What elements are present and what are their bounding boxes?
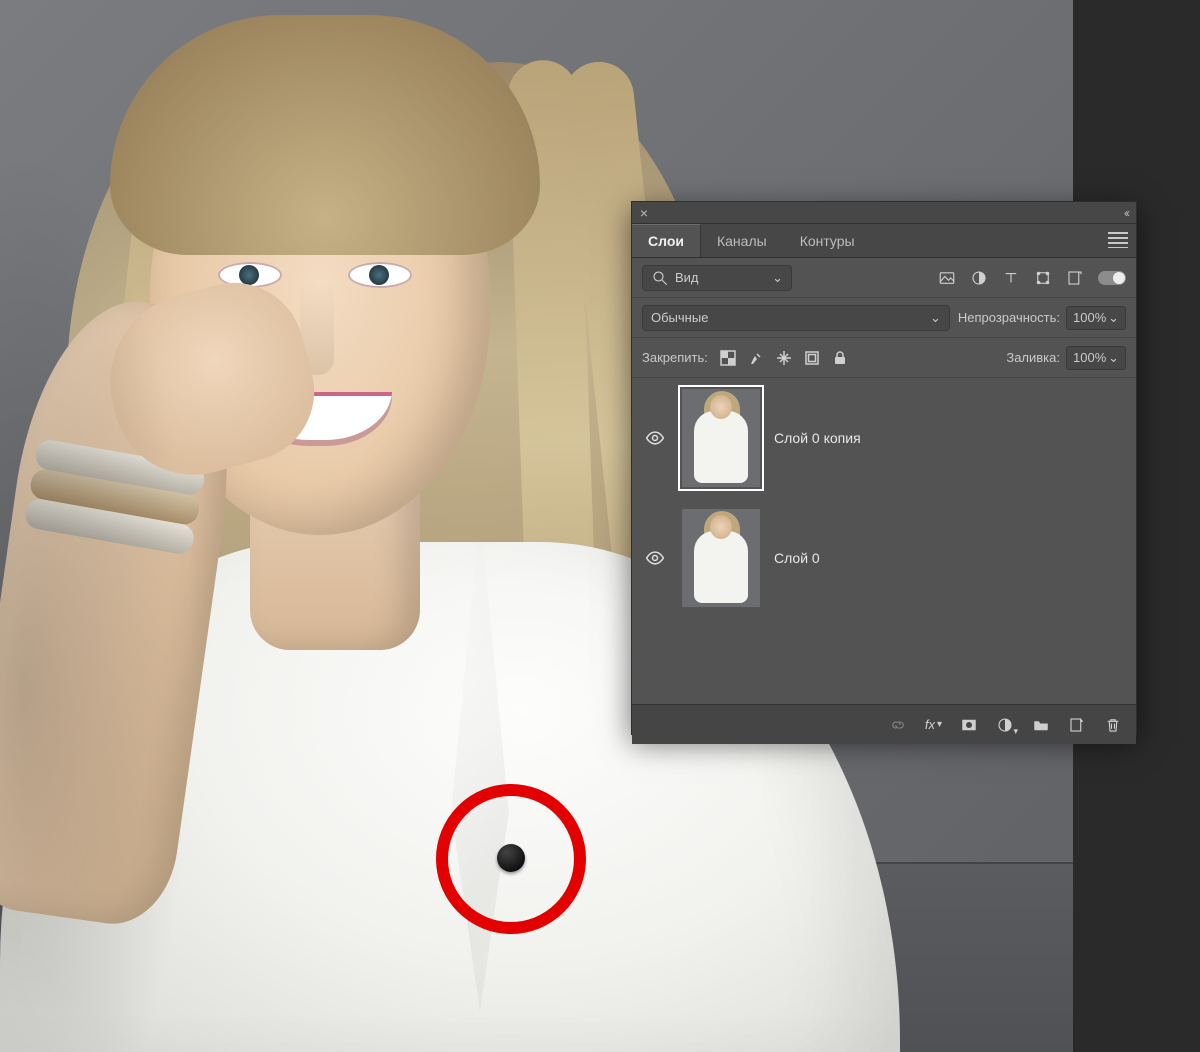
fill-label: Заливка: [1006,350,1060,365]
opacity-label: Непрозрачность: [958,310,1060,325]
filter-smartobject-icon[interactable] [1066,269,1084,287]
lock-position-icon[interactable] [776,350,792,366]
photo-eye [348,262,412,288]
layer-row[interactable]: Слой 0 [632,498,1136,618]
lock-artboard-icon[interactable] [804,350,820,366]
new-adjustment-layer-icon[interactable]: ▾ [996,716,1014,734]
eye-icon [645,428,665,448]
tab-layers[interactable]: Слои [632,224,701,257]
layer-row[interactable]: Слой 0 копия [632,378,1136,498]
tab-channels[interactable]: Каналы [701,224,784,257]
filter-pixel-icon[interactable] [938,269,956,287]
layer-name[interactable]: Слой 0 [774,550,820,566]
layer-filter-row: Вид ⌄ [632,258,1136,298]
add-mask-icon[interactable] [960,716,978,734]
visibility-toggle[interactable] [642,425,668,451]
chevron-down-icon: ⌄ [930,310,941,326]
filter-shape-icon[interactable] [1034,269,1052,287]
tab-paths[interactable]: Контуры [784,224,872,257]
lock-pixels-icon[interactable] [748,350,764,366]
layers-list[interactable]: Слой 0 копия Слой 0 [632,378,1136,704]
chevron-down-icon: ⌄ [1108,310,1119,326]
delete-layer-icon[interactable] [1104,716,1122,734]
layer-thumbnail[interactable] [682,509,760,607]
photo-shadow [0,0,240,1052]
layer-name[interactable]: Слой 0 копия [774,430,861,446]
fill-input[interactable]: 100% ⌄ [1066,346,1126,370]
search-icon [651,269,669,287]
close-icon[interactable]: × [632,205,656,221]
link-layers-icon[interactable] [889,716,907,734]
opacity-input[interactable]: 100% ⌄ [1066,306,1126,330]
blend-mode-dropdown[interactable]: Обычные ⌄ [642,305,950,331]
layer-effects-button[interactable]: fx▾ [925,717,942,732]
collapse-panel-icon[interactable]: ‹‹ [1124,206,1128,220]
fill-value: 100% [1073,350,1106,365]
lock-transparency-icon[interactable] [720,350,736,366]
panel-tabbar: Слои Каналы Контуры [632,224,1136,258]
new-layer-icon[interactable] [1068,716,1086,734]
layer-filter-label: Вид [675,270,699,285]
layer-filter-dropdown[interactable]: Вид ⌄ [642,265,792,291]
layer-thumbnail[interactable] [682,389,760,487]
opacity-value: 100% [1073,310,1106,325]
layer-lock-row: Закрепить: Заливка: 100% ⌄ [632,338,1136,378]
filter-adjustment-icon[interactable] [970,269,988,287]
visibility-toggle[interactable] [642,545,668,571]
layers-panel[interactable]: × ‹‹ Слои Каналы Контуры Вид ⌄ Обычные [631,201,1137,735]
filter-toggle[interactable] [1098,271,1126,285]
lock-all-icon[interactable] [832,350,848,366]
new-group-icon[interactable] [1032,716,1050,734]
eye-icon [645,548,665,568]
filter-type-icon[interactable] [1002,269,1020,287]
panel-menu-icon[interactable] [1108,232,1128,248]
chevron-down-icon: ⌄ [772,270,783,286]
photo-jacket-button [497,844,525,872]
layers-panel-footer: fx▾ ▾ [632,704,1136,744]
layer-blend-row: Обычные ⌄ Непрозрачность: 100% ⌄ [632,298,1136,338]
lock-label: Закрепить: [642,350,708,365]
blend-mode-value: Обычные [651,310,708,325]
chevron-down-icon: ⌄ [1108,350,1119,366]
panel-titlebar[interactable]: × ‹‹ [632,202,1136,224]
